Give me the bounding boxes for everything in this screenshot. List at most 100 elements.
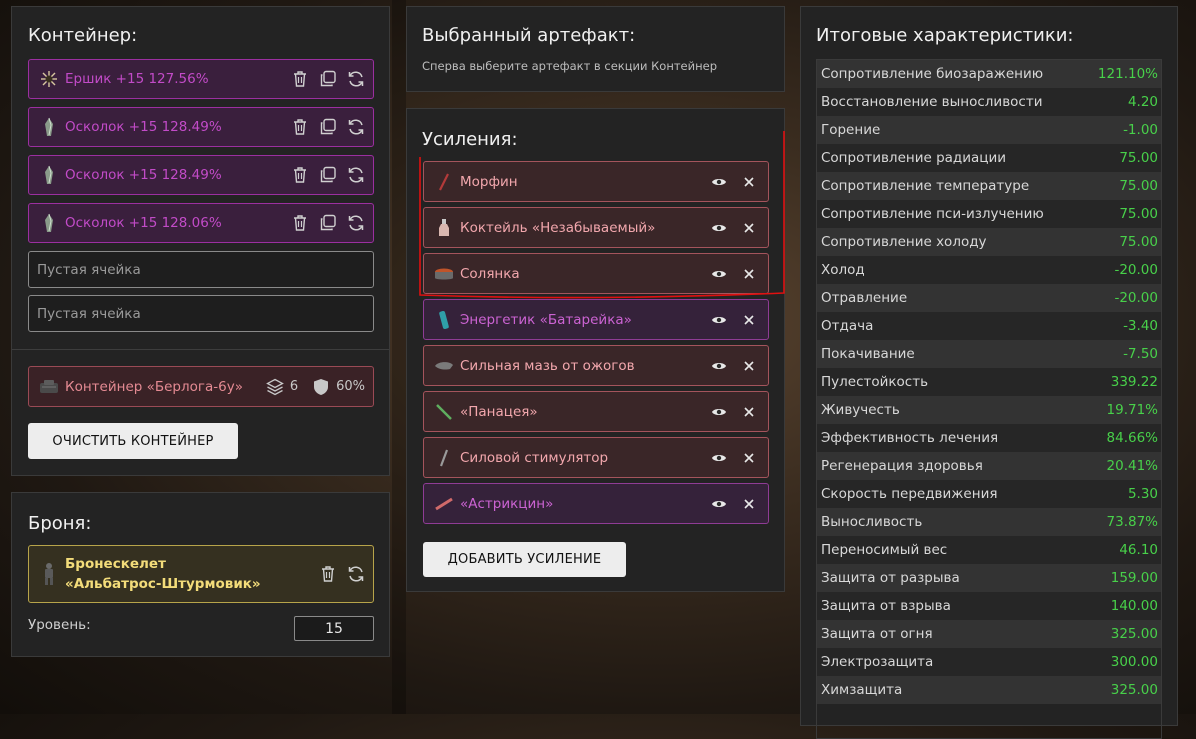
stat-name: Горение (821, 122, 881, 138)
selected-artifact-panel: Выбранный артефакт: Сперва выберите арте… (406, 6, 785, 92)
copy-icon[interactable] (319, 166, 337, 184)
refresh-icon[interactable] (347, 70, 365, 88)
stat-row: Восстановление выносливости 4.20 (817, 88, 1161, 116)
boost-label: Силовой стимулятор (460, 449, 609, 466)
stat-name: Сопротивление температуре (821, 178, 1030, 194)
stat-name: Сопротивление биозаражению (821, 66, 1044, 82)
eye-icon[interactable] (710, 403, 728, 421)
copy-icon[interactable] (319, 118, 337, 136)
stat-value: 4.20 (1127, 94, 1158, 110)
sea-urchin-icon (39, 69, 59, 89)
shield-icon (312, 378, 330, 396)
ointment-tube-icon (434, 356, 454, 376)
stat-name: Химзащита (821, 682, 903, 698)
stat-value: -20.00 (1114, 262, 1158, 278)
backpack-icon (39, 377, 59, 397)
container-slots-count: 6 (289, 379, 299, 394)
stat-row: Регенерация здоровья 20.41% (817, 452, 1161, 480)
artifact-label: Ершик +15 127.56% (65, 71, 209, 87)
stat-row: Скорость передвижения 5.30 (817, 480, 1161, 508)
stat-value: 140.00 (1110, 598, 1158, 614)
close-icon[interactable] (740, 403, 758, 421)
boost-item[interactable]: «Астрикцин» (423, 483, 769, 524)
trash-icon[interactable] (291, 70, 309, 88)
boost-item[interactable]: Сильная мазь от ожогов (423, 345, 769, 386)
stat-name: Сопротивление холоду (821, 234, 987, 250)
shard-icon (39, 213, 59, 233)
close-icon[interactable] (740, 495, 758, 513)
stat-value: 75.00 (1119, 206, 1158, 222)
trash-icon[interactable] (291, 214, 309, 232)
refresh-icon[interactable] (347, 118, 365, 136)
stat-value: -20.00 (1114, 290, 1158, 306)
artifact-slot[interactable]: Осколок +15 128.49% (28, 155, 374, 195)
eye-icon[interactable] (710, 311, 728, 329)
shard-icon (39, 165, 59, 185)
stat-value: 121.10% (1097, 66, 1158, 82)
eye-icon[interactable] (710, 357, 728, 375)
stat-row: Горение -1.00 (817, 116, 1161, 144)
trash-icon[interactable] (291, 118, 309, 136)
close-icon[interactable] (740, 357, 758, 375)
stat-value: 5.30 (1127, 486, 1158, 502)
refresh-icon[interactable] (347, 166, 365, 184)
stat-row: Пулестойкость 339.22 (817, 368, 1161, 396)
boost-item[interactable]: «Панацея» (423, 391, 769, 432)
empty-slot[interactable]: Пустая ячейка (28, 295, 374, 332)
refresh-icon[interactable] (347, 214, 365, 232)
copy-icon[interactable] (319, 70, 337, 88)
stat-name: Эффективность лечения (821, 430, 999, 446)
empty-slot[interactable]: Пустая ячейка (28, 251, 374, 288)
stat-row: Сопротивление биозаражению 121.10% (817, 60, 1161, 88)
container-title: Контейнер: (28, 25, 138, 46)
boost-label: «Астрикцин» (460, 495, 554, 512)
boost-item[interactable]: Силовой стимулятор (423, 437, 769, 478)
add-boost-button[interactable]: ДОБАВИТЬ УСИЛЕНИЕ (423, 542, 626, 577)
artifact-slot[interactable]: Осколок +15 128.49% (28, 107, 374, 147)
copy-icon[interactable] (319, 214, 337, 232)
stats-list: Сопротивление биозаражению 121.10% Восстан… (816, 59, 1162, 739)
stat-name: Восстановление выносливости (821, 94, 1043, 110)
shard-icon (39, 117, 59, 137)
stat-value: 84.66% (1106, 430, 1158, 446)
stat-value: 20.41% (1106, 458, 1158, 474)
refresh-icon[interactable] (347, 565, 365, 583)
injector-icon (434, 402, 454, 422)
stat-name: Регенерация здоровья (821, 458, 983, 474)
container-label: Контейнер «Берлога-6у» (65, 378, 243, 395)
stat-row: Отдача -3.40 (817, 312, 1161, 340)
armor-label: Бронескелет «Альбатрос-Штурмовик» (65, 556, 261, 592)
close-icon[interactable] (740, 311, 758, 329)
empty-slot-label: Пустая ячейка (37, 261, 141, 278)
artifact-label: Осколок +15 128.06% (65, 215, 222, 231)
container-protection: 60% (336, 379, 365, 394)
artifact-slot[interactable]: Осколок +15 128.06% (28, 203, 374, 243)
trash-icon[interactable] (291, 166, 309, 184)
stat-value: 300.00 (1110, 654, 1158, 670)
stat-name: Покачивание (821, 346, 915, 362)
clear-container-button[interactable]: ОЧИСТИТЬ КОНТЕЙНЕР (28, 423, 238, 459)
artifact-label: Осколок +15 128.49% (65, 119, 222, 135)
boost-item[interactable]: Энергетик «Батарейка» (423, 299, 769, 340)
container-item[interactable]: Контейнер «Берлога-6у» 6 60% (28, 366, 374, 407)
stat-row: Отравление -20.00 (817, 284, 1161, 312)
artifact-slot[interactable]: Ершик +15 127.56% (28, 59, 374, 99)
eye-icon[interactable] (710, 495, 728, 513)
stat-value: -7.50 (1123, 346, 1158, 362)
stat-value: -1.00 (1123, 122, 1158, 138)
stat-row: Электрозащита 300.00 (817, 648, 1161, 676)
stat-row: Холод -20.00 (817, 256, 1161, 284)
stat-name: Пулестойкость (821, 374, 929, 390)
stat-row: Сопротивление холоду 75.00 (817, 228, 1161, 256)
background-gap (392, 0, 406, 714)
exoskeleton-icon (39, 563, 59, 585)
trash-icon[interactable] (319, 565, 337, 583)
level-input[interactable]: 15 (294, 616, 374, 641)
stat-row: Живучесть 19.71% (817, 396, 1161, 424)
eye-icon[interactable] (710, 449, 728, 467)
stat-name: Холод (821, 262, 865, 278)
empty-slot-label: Пустая ячейка (37, 305, 141, 322)
armor-item[interactable]: Бронескелет «Альбатрос-Штурмовик» (28, 545, 374, 603)
close-icon[interactable] (740, 449, 758, 467)
stat-name: Защита от разрыва (821, 570, 960, 586)
